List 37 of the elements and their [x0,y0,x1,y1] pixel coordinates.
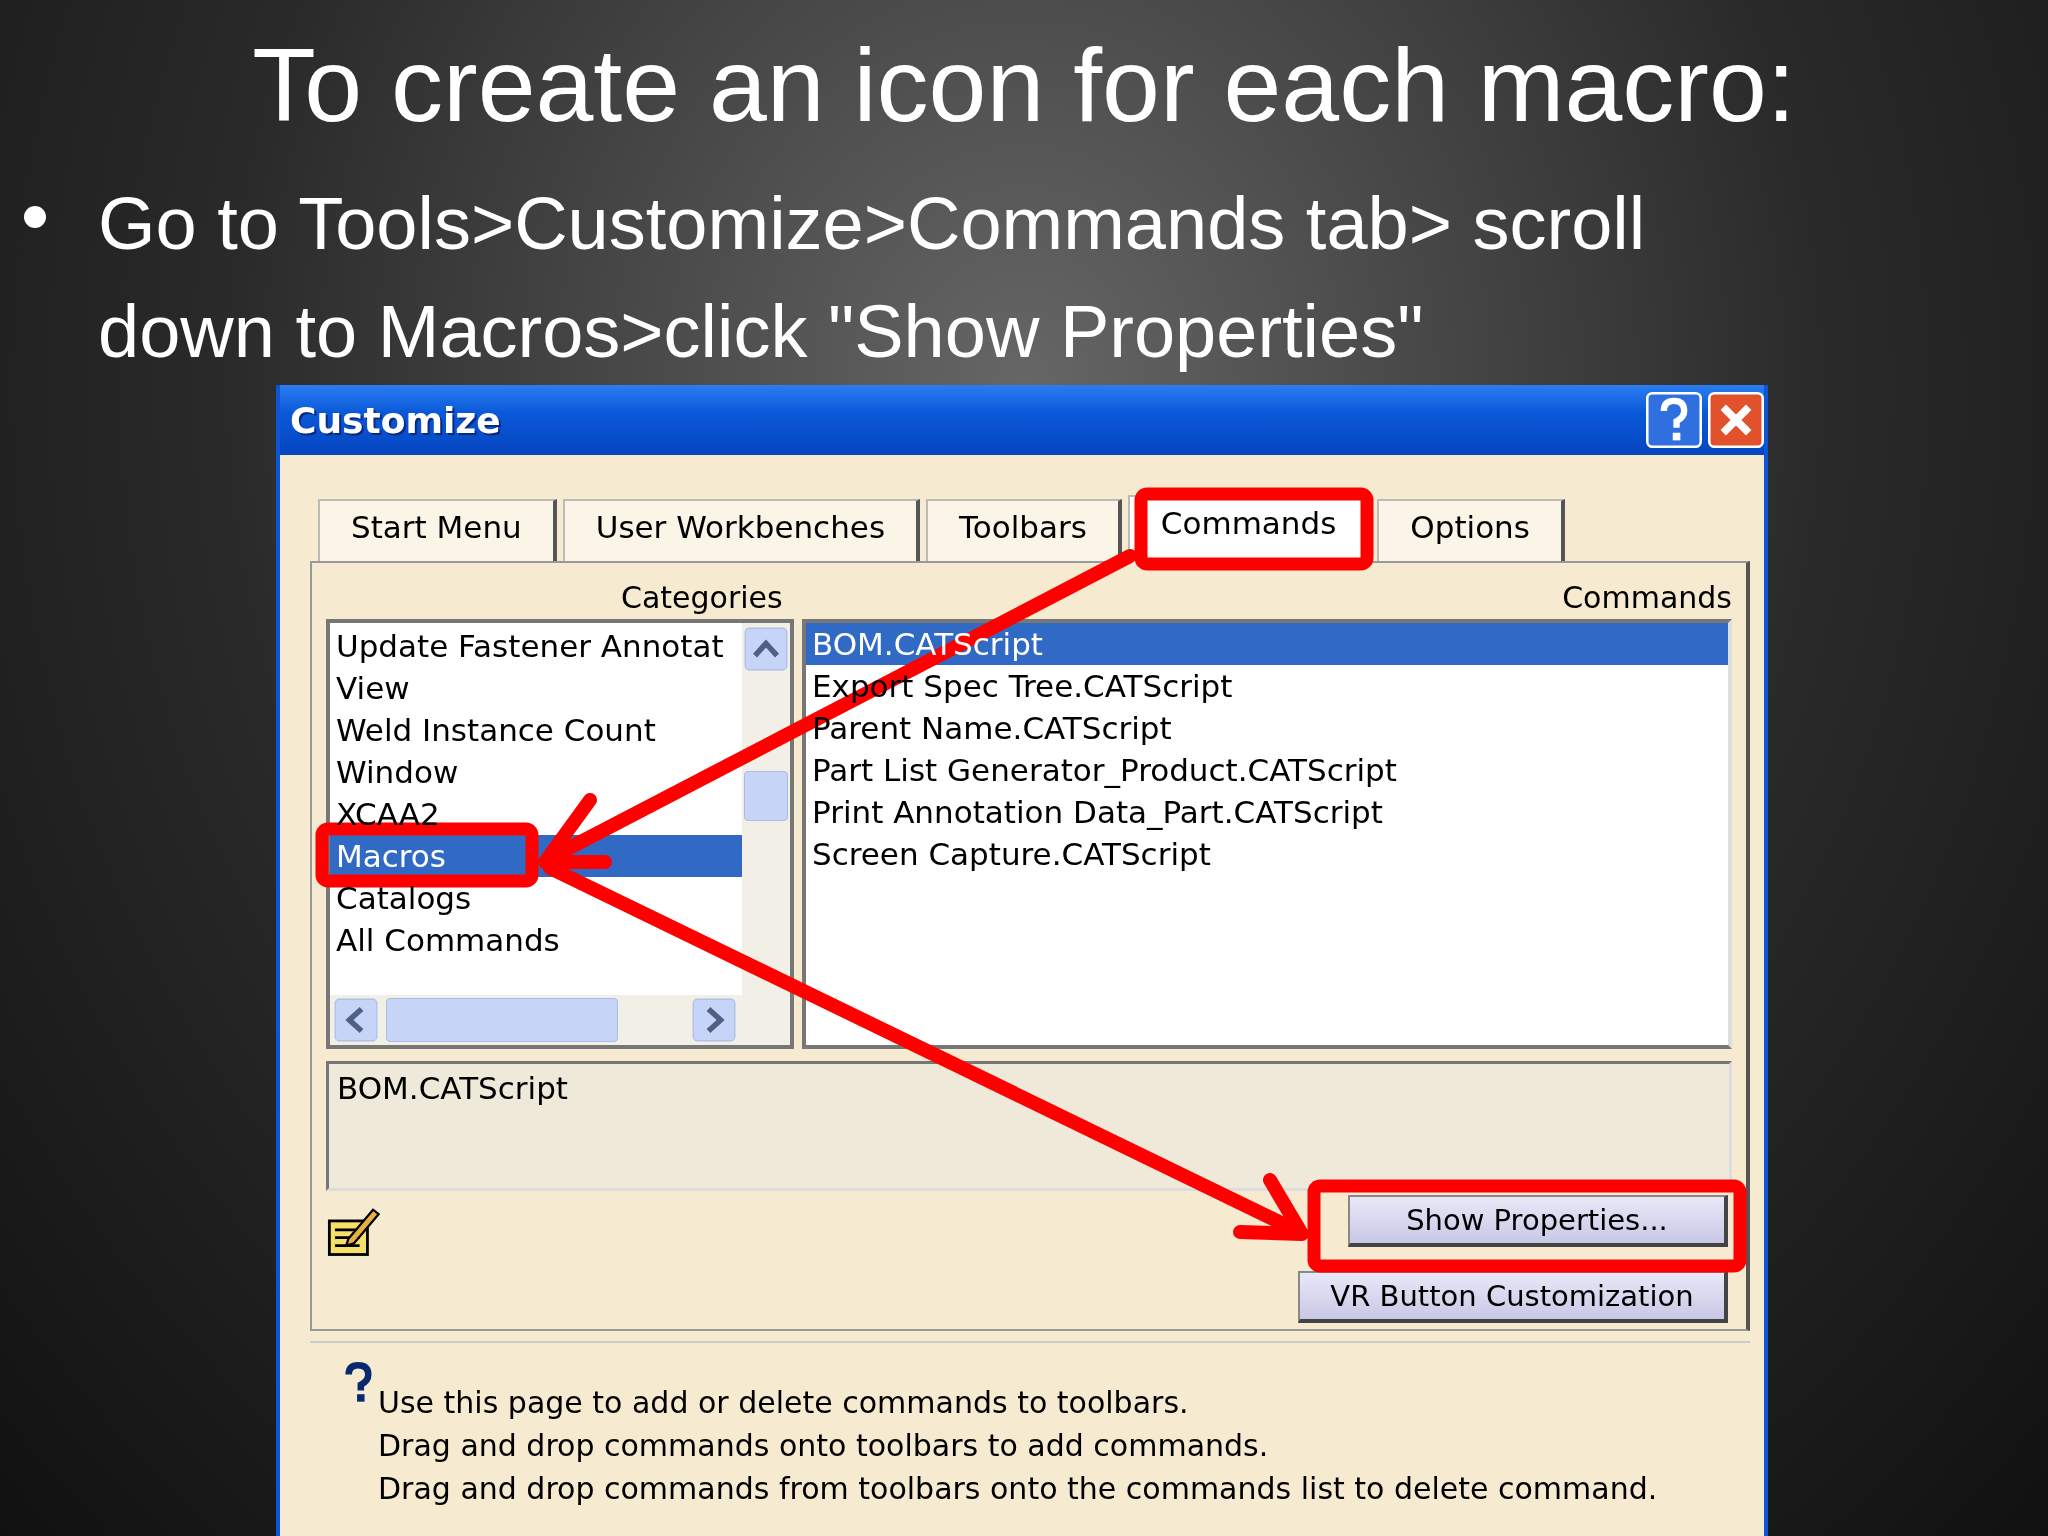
scroll-thumb[interactable] [386,998,618,1042]
list-item[interactable]: View [330,667,742,709]
scrollbar[interactable] [330,995,790,1045]
list-item[interactable]: Part List Generator_Product.CATScript [806,749,1728,791]
bullet-icon [24,206,46,228]
scroll-up-icon[interactable] [744,627,788,671]
slide-title: To create an icon for each macro: [252,27,1796,143]
list-header: Commands [1562,580,1732,615]
info-text: Drag and drop commands from toolbars onto the commands list to delete command. [378,1470,1658,1508]
scroll-left-icon[interactable] [334,998,378,1042]
list-item[interactable]: Parent Name.CATScript [806,707,1728,749]
scroll-thumb[interactable] [744,771,788,821]
list-item[interactable]: Screen Capture.CATScript [806,833,1728,875]
tab[interactable]: Toolbars [926,499,1122,561]
scrollbar[interactable] [742,623,790,995]
bullet-text: Go to Tools>Customize>Commands tab> scroll down to Macros>click "Show Properties" [98,181,1647,375]
tab[interactable]: Start Menu [318,499,557,561]
list-item[interactable]: Catalogs [330,877,742,919]
window-title: Customize [290,399,501,441]
list-header: Categories [621,580,783,615]
tab[interactable]: Options [1377,499,1565,561]
info-text: Use this page to add or delete commands to toolbars. [378,1384,1190,1422]
help-icon [344,1361,372,1405]
description-text: BOM.CATScript [337,1070,569,1106]
list-item[interactable]: All Commands [330,919,742,961]
close-button[interactable] [1708,392,1764,448]
scroll-right-icon[interactable] [692,998,736,1042]
list-item[interactable]: Weld Instance Count [330,709,742,751]
tab[interactable]: User Workbenches [562,499,921,561]
dialog-button[interactable]: VR Button Customization [1298,1271,1728,1323]
info-text: Drag and drop commands onto toolbars to add commands. [378,1427,1270,1465]
list-item[interactable]: Update Fastener Annotat [330,625,742,667]
list-item[interactable]: XCAA2 [330,793,742,835]
help-button[interactable] [1646,392,1702,448]
list-item[interactable]: Print Annotation Data_Part.CATScript [806,791,1728,833]
dialog-button[interactable]: Show Properties... [1348,1195,1728,1247]
list-item[interactable]: Window [330,751,742,793]
